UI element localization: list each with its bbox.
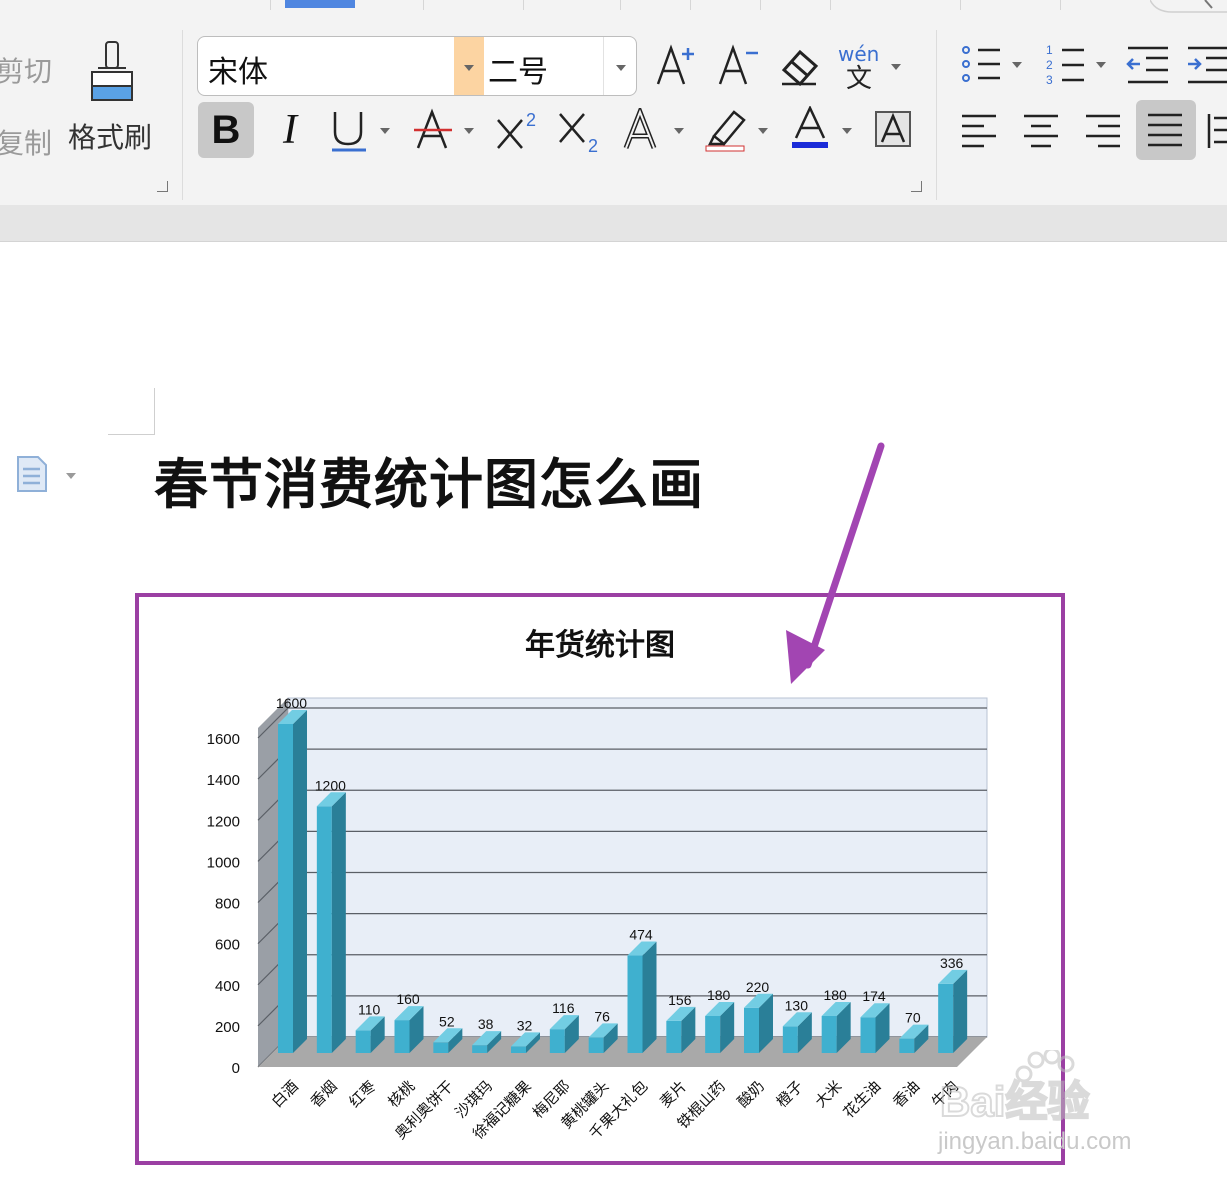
watermark-brand: Bai经验 [940, 1078, 1089, 1125]
watermark-url: jingyan.baidu.com [938, 1128, 1132, 1155]
annotation-arrow [786, 442, 885, 684]
baidu-watermark-logo: Bai经验 [940, 1050, 1090, 1126]
